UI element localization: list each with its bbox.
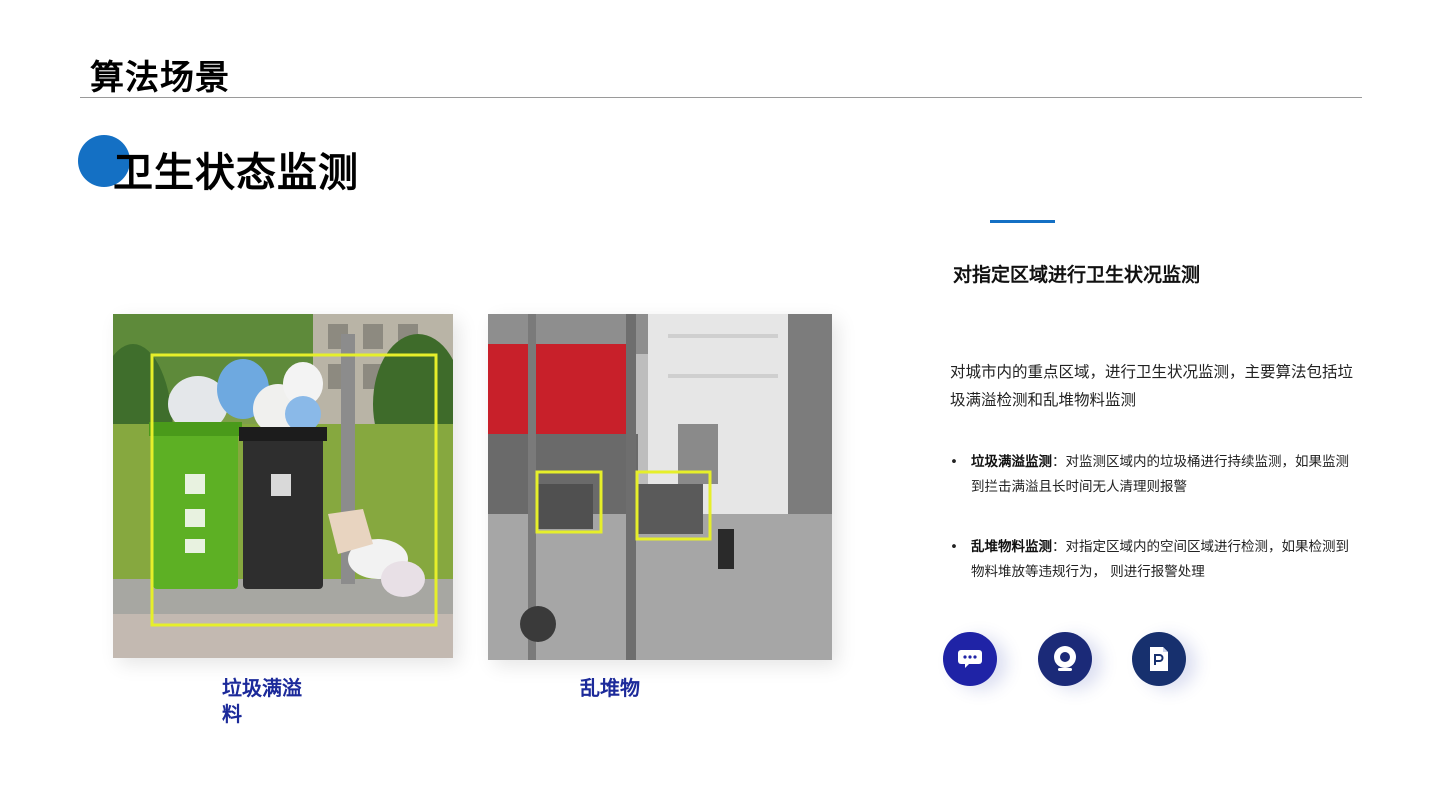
camera-icon[interactable] <box>1038 632 1092 686</box>
document-icon-glyph <box>1150 647 1168 671</box>
bullet-marker: • <box>950 454 958 470</box>
chat-icon[interactable] <box>943 632 997 686</box>
right-intro: 对城市内的重点区域，进行卫生状况监测，主要算法包括垃圾满溢检测和乱堆物料监测 <box>950 363 1354 409</box>
section-title: 卫生状态监测 <box>113 150 359 196</box>
trash-overflow-photo <box>113 314 453 658</box>
bullet-term: 乱堆物料监测 <box>971 539 1052 555</box>
title-divider <box>80 97 1362 98</box>
clutter-caption: 乱堆物 <box>580 676 640 700</box>
slide: 算法场景 卫生状态监测 垃圾满溢 料 乱堆物 对指定区域进行卫生状况监测 对城市… <box>0 0 1440 810</box>
page-title: 算法场景 <box>90 58 230 98</box>
document-icon[interactable] <box>1132 632 1186 686</box>
accent-bar <box>990 220 1055 223</box>
trash-overflow-caption: 垃圾满溢 料 <box>222 675 314 727</box>
bullet-trash-overflow: • 垃圾满溢监测：对监测区域内的垃圾桶进行持续监测，如果监测到拦击满溢且长时间无… <box>950 450 1350 500</box>
bullet-term: 垃圾满溢监测 <box>971 454 1052 470</box>
trash-overflow-image <box>113 314 453 658</box>
camera-icon-glyph <box>1054 646 1076 671</box>
bullet-clutter: • 乱堆物料监测：对指定区域内的空间区域进行检测，如果检测到物料堆放等违规行为，… <box>950 535 1350 585</box>
chat-icon-glyph <box>958 650 982 668</box>
right-heading: 对指定区域进行卫生状况监测 <box>953 264 1201 286</box>
trash-overflow-caption-line1: 垃圾满溢 <box>222 676 302 700</box>
clutter-photo <box>488 314 832 660</box>
bullet-marker: • <box>950 539 958 555</box>
clutter-image <box>488 314 832 660</box>
trash-overflow-caption-line2: 料 <box>222 702 242 726</box>
